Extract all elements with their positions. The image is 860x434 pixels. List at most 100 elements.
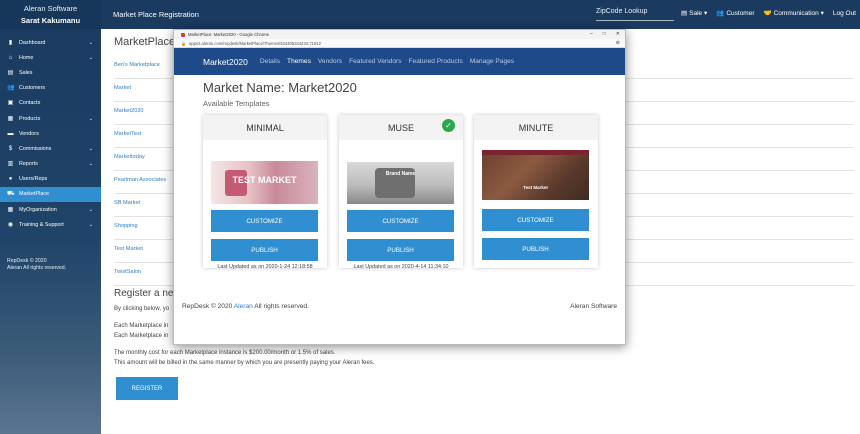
register-title: Register a new [114,288,181,299]
sidebar-item-label: Commissions [19,145,52,152]
zoom-icon[interactable]: ⊕ [616,40,620,46]
nav-featured-products[interactable]: Featured Products [409,58,463,65]
sidebar-item-label: Reports [19,161,38,168]
sale-menu[interactable]: ▤ Sale ▾ [681,9,707,17]
reports-icon: ▥ [7,161,14,168]
nav-featured-vendors[interactable]: Featured Vendors [349,58,401,65]
publish-button[interactable]: PUBLISH [347,239,454,261]
template-card-muse: MUSE ✓ Brand Name CUSTOMIZE PUBLISH Last… [339,115,463,270]
sidebar-item-label: Users/Reps [19,176,48,183]
billing-info: This amount will be billed in the same m… [114,360,375,366]
logout-link[interactable]: Log Out [833,10,856,17]
window-controls: – □ ✕ [590,31,620,37]
sidebar-item-commissions[interactable]: $ Commissions ⌄ [0,141,101,156]
minimize-icon[interactable]: – [590,31,593,37]
users-icon: 👥 [7,85,15,92]
users-icon: 👥 [716,10,725,17]
last-updated: Last Updated as on 2020-4-14 11:34:10 [353,264,449,270]
nav-themes[interactable]: Themes [287,58,311,65]
register-note: Each Marketplace in [114,333,169,339]
template-preview-image: Test Market [482,150,589,200]
sidebar-item-users-reps[interactable]: ● Users/Reps [0,172,101,187]
sidebar-item-sales[interactable]: ▤ Sales [0,65,101,80]
preview-header-strip [482,150,589,155]
contact-icon: ▣ [7,100,14,107]
sidebar-item-vendors[interactable]: ▬ Vendors [0,126,101,141]
sidebar-item-contacts[interactable]: ▣ Contacts [0,96,101,111]
sidebar-item-marketplace[interactable]: ⛟ MarketPlace [0,186,101,203]
preview-header-strip [211,156,318,161]
sidebar-item-home[interactable]: ⌂ Home ⌄ [0,50,101,65]
nav-manage-pages[interactable]: Manage Pages [470,58,514,65]
sidebar-item-training-support[interactable]: ◉ Training & Support ⌄ [0,217,101,232]
box-icon: ▦ [7,115,14,122]
publish-button[interactable]: PUBLISH [482,238,589,260]
sidebar-item-label: Training & Support [19,221,64,228]
nav-details[interactable]: Details [260,58,280,65]
document-icon: ▤ [680,10,688,17]
customize-button[interactable]: CUSTOMIZE [482,209,589,231]
customer-label: Customer [726,10,755,17]
register-button[interactable]: REGISTER [116,377,178,400]
footer-rights: Aleran All rights reserved. [7,265,67,271]
bar-chart-icon: ▮ [8,39,13,46]
sidebar-item-products[interactable]: ▦ Products ⌄ [0,111,101,126]
chevron-down-icon: ⌄ [88,39,93,46]
available-templates-heading: Available Templates [203,99,270,108]
sidebar-item-label: MarketPlace [19,191,49,198]
sidebar-item-label: Customers [19,85,46,92]
support-icon: ◉ [7,221,14,228]
sidebar-item-myorganization[interactable]: ▦ MyOrganization ⌄ [0,202,101,217]
sidebar-item-label: Sales [19,69,33,76]
sidebar-item-dashboard[interactable]: ▮ Dashboard ⌄ [0,35,101,50]
zipcode-lookup-input[interactable]: ZipCode Lookup [596,7,674,21]
template-name: MINUTE [474,115,598,140]
favicon-icon [181,32,185,37]
market-name-heading: Market Name: Market2020 [203,80,357,95]
address-url[interactable]: apps2.aleran.com/repdesk/MarketPlace/The… [189,41,321,46]
top-menu: ▤ Sale ▾ 👥 Customer 🤝 Communication ▾ Log O… [681,9,856,18]
sidebar-item-reports[interactable]: ▥ Reports ⌄ [0,157,101,172]
popup-footer-copyright: RepDesk © 2020 Aleran All rights reserve… [182,303,309,310]
marketplace-popup-window: MarketPlace: Market2020 - Google Chrome … [173,29,626,345]
customize-button[interactable]: CUSTOMIZE [347,210,454,232]
document-icon: ▤ [7,69,14,76]
last-updated: Last Updated as on 2020-1-24 12:18:58 [217,264,313,270]
customize-button[interactable]: CUSTOMIZE [211,210,318,232]
popup-footer-company: Aleran Software [570,303,617,310]
selected-check-icon: ✓ [442,119,455,132]
home-icon: ⌂ [8,54,13,61]
footer-suffix: All rights reserved. [252,303,309,310]
sidebar-item-customers[interactable]: 👥 Customers [0,81,101,96]
window-titlebar: MarketPlace: Market2020 - Google Chrome … [174,30,625,39]
register-instructions: By clicking below, yo [114,306,170,312]
communication-label: Communication [773,10,819,17]
chevron-down-icon: ⌄ [88,54,93,61]
sidebar: Aleran Software Sarat Kakumanu ▮ Dashboar… [0,0,101,434]
sidebar-item-label: MyOrganization [19,206,57,213]
sidebar-footer: RepDesk © 2020 Aleran All rights reserve… [7,258,66,272]
address-bar[interactable]: 🔒 apps2.aleran.com/repdesk/MarketPlace/T… [174,39,625,48]
maximize-icon[interactable]: □ [603,31,606,37]
cost-info: The monthly cost for each Marketplace in… [114,350,336,356]
aleran-link[interactable]: Aleran [234,303,253,310]
building-icon: ▦ [7,206,14,213]
preview-title: Brand Name [385,171,416,177]
publish-button[interactable]: PUBLISH [211,239,318,261]
market-brand[interactable]: Market2020 [203,57,248,67]
register-note: Each Marketplace in [114,323,169,329]
footer-copyright: RepDesk © 2020 [7,258,47,264]
communication-menu[interactable]: 🤝 Communication ▾ [764,9,824,17]
preview-title: TEST MARKET [232,175,297,185]
sale-label: Sale [689,10,703,17]
template-name-label: MUSE [387,122,414,133]
footer-prefix: RepDesk © 2020 [182,303,234,310]
nav-vendors[interactable]: Vendors [318,58,342,65]
customer-menu[interactable]: 👥 Customer [716,9,754,17]
template-name: MINIMAL [203,115,327,140]
template-card-minimal: MINIMAL TEST MARKET CUSTOMIZE PUBLISH La… [203,115,327,270]
caret-down-icon: ▾ [703,10,708,17]
close-icon[interactable]: ✕ [616,31,620,37]
chevron-down-icon: ⌄ [88,115,93,122]
template-card-minute: MINUTE Test Market CUSTOMIZE PUBLISH [474,115,598,268]
